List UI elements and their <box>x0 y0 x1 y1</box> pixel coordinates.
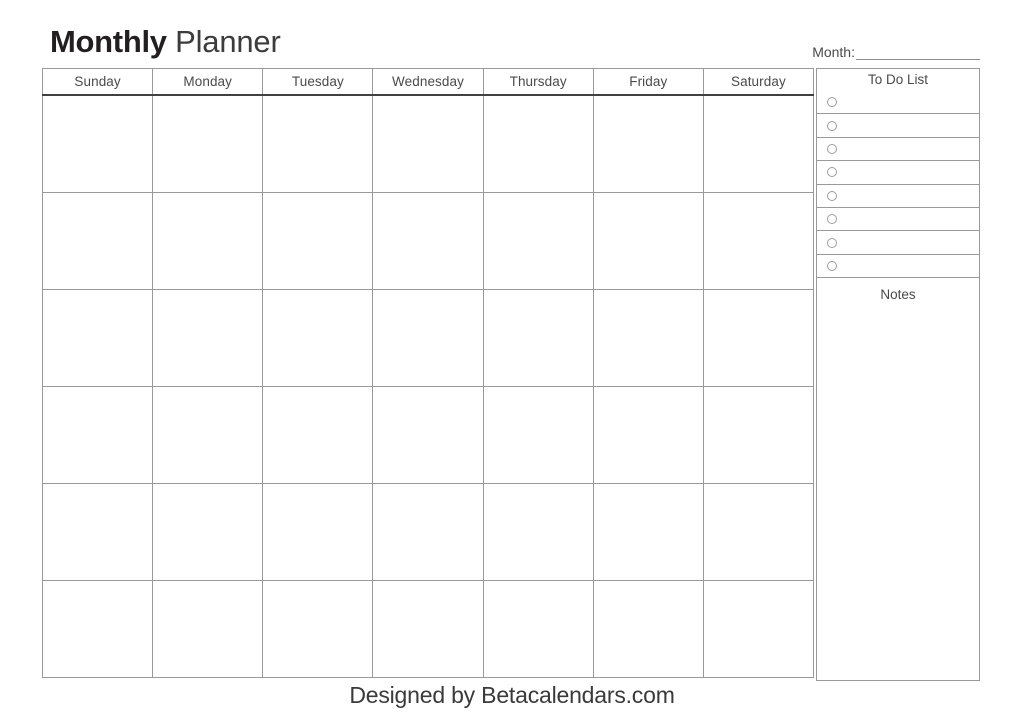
day-header-friday: Friday <box>592 69 703 94</box>
day-cell[interactable] <box>152 290 262 386</box>
checkbox-circle-icon[interactable] <box>827 143 837 154</box>
todo-item[interactable] <box>817 136 979 160</box>
day-cell[interactable] <box>42 193 152 289</box>
day-cell[interactable] <box>482 193 593 289</box>
day-cell[interactable] <box>42 484 152 580</box>
day-cell[interactable] <box>152 484 262 580</box>
page-title-light: Planner <box>166 24 281 59</box>
day-cell[interactable] <box>152 193 262 289</box>
day-cell[interactable] <box>702 387 814 483</box>
checkbox-circle-icon[interactable] <box>827 167 837 178</box>
todo-item-text[interactable] <box>837 260 979 271</box>
todo-item[interactable] <box>817 230 979 253</box>
calendar-week-row <box>42 484 814 581</box>
checkbox-circle-icon[interactable] <box>827 214 837 225</box>
day-cell[interactable] <box>592 484 703 580</box>
day-cell[interactable] <box>702 193 814 289</box>
calendar-body <box>42 96 814 678</box>
todo-item-text[interactable] <box>837 167 979 178</box>
day-cell[interactable] <box>592 96 703 192</box>
day-header-tuesday: Tuesday <box>262 69 372 94</box>
day-cell[interactable] <box>702 484 814 580</box>
day-cell[interactable] <box>152 581 262 677</box>
footer-credit: Designed by Betacalendars.com <box>349 682 675 708</box>
day-cell[interactable] <box>262 290 372 386</box>
notes-input-area[interactable] <box>817 310 979 680</box>
todo-item-text[interactable] <box>837 120 979 131</box>
calendar-grid: Sunday Monday Tuesday Wednesday Thursday… <box>42 68 814 678</box>
day-cell[interactable] <box>372 484 482 580</box>
day-cell[interactable] <box>702 96 814 192</box>
day-header-monday: Monday <box>152 69 262 94</box>
day-cell[interactable] <box>482 387 593 483</box>
calendar-week-row <box>42 387 814 484</box>
todo-item[interactable] <box>817 183 979 207</box>
day-cell[interactable] <box>262 581 372 677</box>
checkbox-circle-icon[interactable] <box>827 96 837 107</box>
day-cell[interactable] <box>372 290 482 386</box>
day-cell[interactable] <box>42 581 152 677</box>
day-cell[interactable] <box>152 96 262 192</box>
day-cell[interactable] <box>42 290 152 386</box>
day-header-sunday: Sunday <box>42 69 152 94</box>
day-cell[interactable] <box>262 387 372 483</box>
todo-list-panel: To Do List <box>816 68 980 278</box>
day-cell[interactable] <box>482 484 593 580</box>
checkbox-circle-icon[interactable] <box>827 190 837 201</box>
day-cell[interactable] <box>592 387 703 483</box>
checkbox-circle-icon[interactable] <box>827 237 837 248</box>
calendar-week-row <box>42 96 814 193</box>
day-cell[interactable] <box>262 484 372 580</box>
day-cell[interactable] <box>152 387 262 483</box>
day-cell[interactable] <box>372 581 482 677</box>
day-cell[interactable] <box>482 581 593 677</box>
calendar-week-row <box>42 581 814 678</box>
calendar-header-row: Sunday Monday Tuesday Wednesday Thursday… <box>42 68 814 96</box>
day-cell[interactable] <box>482 290 593 386</box>
page-title: Monthly Planner <box>50 22 281 62</box>
day-header-saturday: Saturday <box>702 69 814 94</box>
day-cell[interactable] <box>42 96 152 192</box>
day-cell[interactable] <box>372 193 482 289</box>
day-cell[interactable] <box>702 290 814 386</box>
todo-item[interactable] <box>817 113 979 136</box>
day-cell[interactable] <box>482 96 593 192</box>
calendar-week-row <box>42 193 814 290</box>
day-header-wednesday: Wednesday <box>372 69 482 94</box>
notes-title: Notes <box>880 286 916 302</box>
todo-item[interactable] <box>817 90 979 113</box>
day-cell[interactable] <box>42 387 152 483</box>
day-cell[interactable] <box>592 193 703 289</box>
day-cell[interactable] <box>262 193 372 289</box>
todo-item-text[interactable] <box>837 214 979 225</box>
month-label: Month: <box>812 44 855 60</box>
day-cell[interactable] <box>592 290 703 386</box>
todo-item-text[interactable] <box>837 237 979 248</box>
checkbox-circle-icon[interactable] <box>827 120 837 131</box>
todo-item-text[interactable] <box>837 96 979 107</box>
sidebar: To Do List Notes <box>816 68 980 682</box>
page-title-strong: Monthly <box>50 24 167 59</box>
day-header-thursday: Thursday <box>482 69 593 94</box>
day-cell[interactable] <box>372 96 482 192</box>
todo-item[interactable] <box>817 160 979 183</box>
todo-item[interactable] <box>817 206 979 230</box>
notes-panel: Notes <box>816 277 980 682</box>
month-input[interactable] <box>856 45 980 60</box>
calendar-week-row <box>42 290 814 387</box>
checkbox-circle-icon[interactable] <box>827 260 837 271</box>
todo-item-text[interactable] <box>837 143 979 154</box>
day-cell[interactable] <box>262 96 372 192</box>
month-field[interactable]: Month: <box>812 44 980 60</box>
todo-item-text[interactable] <box>837 190 979 201</box>
day-cell[interactable] <box>702 581 814 677</box>
todo-item[interactable] <box>817 253 979 277</box>
day-cell[interactable] <box>592 581 703 677</box>
todo-list-title: To Do List <box>867 72 929 87</box>
day-cell[interactable] <box>372 387 482 483</box>
